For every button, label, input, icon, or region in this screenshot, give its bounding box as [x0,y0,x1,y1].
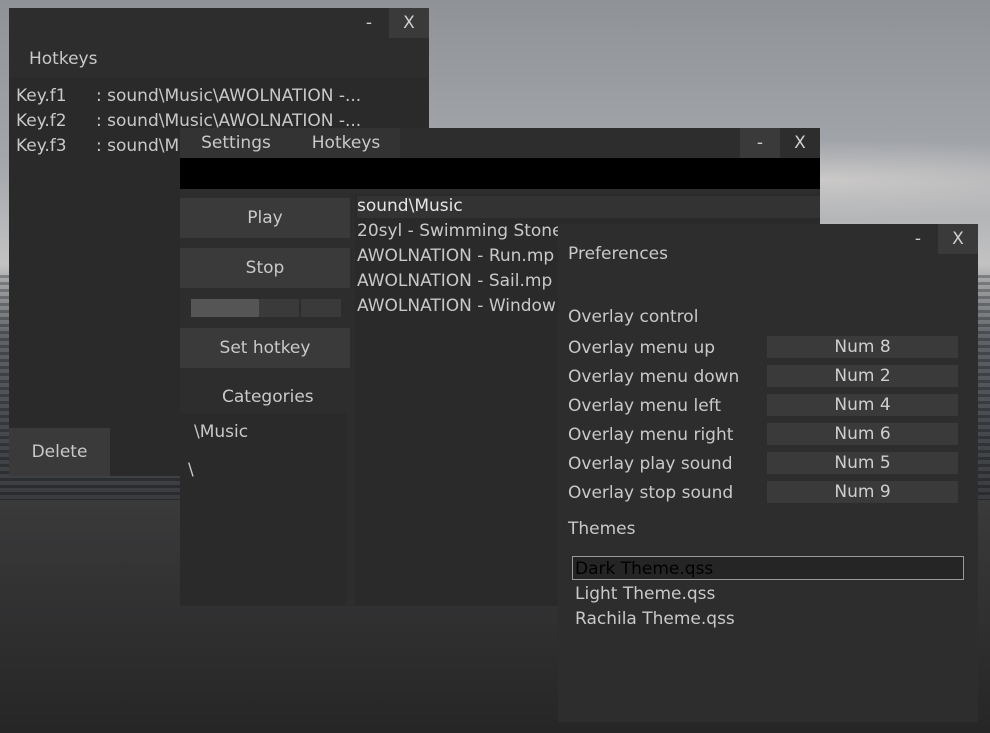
file-item[interactable]: AWOLNATION - Sail.mp [357,271,552,291]
overlay-menu-down-field[interactable]: Num 2 [767,365,958,387]
hotkeys-close-button[interactable]: X [389,8,429,38]
overlay-menu-down-label: Overlay menu down [568,367,740,387]
overlay-control-heading: Overlay control [568,307,699,327]
overlay-play-sound-field[interactable]: Num 5 [767,452,958,474]
hotkey-value: : sound\Music\AWOLNATION -... [96,86,362,106]
main-minimize-button[interactable]: - [740,128,780,158]
themes-heading: Themes [568,519,636,539]
menu-hotkeys[interactable]: Hotkeys [292,128,400,158]
volume-slider[interactable] [191,299,341,317]
file-item[interactable]: 20syl - Swimming Stone [357,221,563,241]
theme-item[interactable]: Dark Theme.qss [575,559,713,579]
overlay-stop-sound-field[interactable]: Num 9 [767,481,958,503]
file-item[interactable]: AWOLNATION - Window [357,296,556,316]
category-item[interactable]: \ [188,460,194,480]
volume-slider-handle[interactable] [298,299,301,317]
overlay-menu-up-label: Overlay menu up [568,338,716,358]
hotkeys-minimize-button[interactable]: - [349,8,389,38]
file-list-header[interactable]: sound\Music [357,196,820,218]
hotkey-key: Key.f2 [16,111,67,131]
menu-settings[interactable]: Settings [180,128,292,158]
now-playing-bar [180,158,820,189]
theme-item[interactable]: Light Theme.qss [575,584,715,604]
overlay-menu-up-field[interactable]: Num 8 [767,336,958,358]
category-item[interactable]: \Music [194,422,248,442]
overlay-menu-left-label: Overlay menu left [568,396,721,416]
categories-label: Categories [222,387,314,407]
main-close-button[interactable]: X [780,128,820,158]
delete-button[interactable]: Delete [9,428,110,476]
preferences-close-button[interactable]: X [938,224,978,254]
stop-button[interactable]: Stop [180,248,350,288]
overlay-play-sound-label: Overlay play sound [568,454,733,474]
overlay-stop-sound-label: Overlay stop sound [568,483,734,503]
overlay-menu-left-field[interactable]: Num 4 [767,394,958,416]
overlay-menu-right-field[interactable]: Num 6 [767,423,958,445]
set-hotkey-button[interactable]: Set hotkey [180,328,350,368]
overlay-menu-right-label: Overlay menu right [568,425,734,445]
hotkey-key: Key.f3 [16,136,67,156]
preferences-title: Preferences [568,244,668,264]
volume-slider-fill [191,299,259,317]
file-item[interactable]: AWOLNATION - Run.mp [357,246,554,266]
play-button[interactable]: Play [180,198,350,238]
hotkeys-title: Hotkeys [29,49,98,69]
preferences-minimize-button[interactable]: - [898,224,938,254]
theme-item[interactable]: Rachila Theme.qss [575,609,735,629]
hotkey-key: Key.f1 [16,86,67,106]
preferences-window: - X Preferences Overlay control Overlay … [558,224,978,722]
